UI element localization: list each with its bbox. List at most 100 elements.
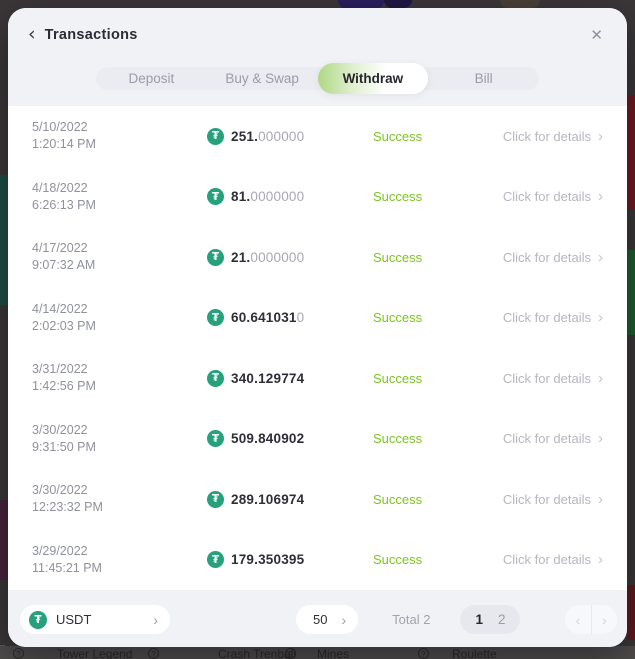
transaction-time: 6:26:13 PM	[32, 197, 207, 214]
transaction-datetime: 3/30/2022 12:23:32 PM	[32, 482, 207, 516]
details-link[interactable]: Click for details ›	[503, 188, 603, 205]
details-label: Click for details	[503, 552, 591, 567]
close-icon[interactable]: ✕	[590, 26, 603, 44]
tether-icon: ₮	[207, 430, 224, 447]
details-label: Click for details	[503, 310, 591, 325]
next-page-button[interactable]: ›	[591, 605, 617, 634]
details-link[interactable]: Click for details ›	[503, 551, 603, 568]
help-icon: ?	[13, 648, 24, 659]
table-row: 4/14/2022 2:02:03 PM ₮ 60.6410310 Succes…	[32, 288, 603, 349]
amount-main: 81.	[231, 189, 250, 204]
status-badge: Success	[373, 431, 483, 446]
transaction-datetime: 4/18/2022 6:26:13 PM	[32, 180, 207, 214]
table-row: 3/30/2022 12:23:32 PM ₮ 289.106974 Succe…	[32, 469, 603, 530]
amount-main: 509.840902	[231, 431, 304, 446]
table-row: 3/29/2022 11:45:21 PM ₮ 179.350395 Succe…	[32, 530, 603, 591]
help-icon: ?	[148, 648, 159, 659]
status-badge: Success	[373, 552, 483, 567]
chevron-right-icon: ›	[153, 612, 158, 628]
currency-label: USDT	[56, 612, 91, 627]
page-button-2[interactable]: 2	[498, 612, 506, 627]
modal-header: ‹ Transactions ✕	[24, 22, 611, 48]
tab-bill[interactable]: Bill	[428, 63, 539, 94]
tether-icon: ₮	[207, 249, 224, 266]
transaction-amount: ₮ 340.129774	[207, 370, 373, 387]
transaction-amount: ₮ 60.6410310	[207, 309, 373, 326]
details-link[interactable]: Click for details ›	[503, 430, 603, 447]
transactions-modal: ‹ Transactions ✕ DepositBuy & SwapWithdr…	[8, 8, 627, 647]
status-badge: Success	[373, 310, 483, 325]
table-row: 5/10/2022 1:20:14 PM ₮ 251.000000 Succes…	[32, 106, 603, 167]
chevron-right-icon: ›	[598, 188, 603, 205]
details-label: Click for details	[503, 189, 591, 204]
amount-main: 60.641031	[231, 310, 297, 325]
currency-selector[interactable]: ₮ USDT ›	[20, 605, 170, 634]
amount-trailing-zeros: 0000000	[250, 250, 304, 265]
tab-deposit[interactable]: Deposit	[96, 63, 207, 94]
modal-top: ‹ Transactions ✕ DepositBuy & SwapWithdr…	[8, 8, 627, 106]
transaction-amount: ₮ 509.840902	[207, 430, 373, 447]
details-label: Click for details	[503, 129, 591, 144]
chevron-right-icon: ›	[598, 491, 603, 508]
page-size-value: 50	[313, 612, 327, 627]
transaction-datetime: 3/31/2022 1:42:56 PM	[32, 361, 207, 395]
transaction-time: 2:02:03 PM	[32, 318, 207, 335]
pagination: 12	[460, 605, 520, 634]
status-badge: Success	[373, 129, 483, 144]
transaction-time: 12:23:32 PM	[32, 499, 207, 516]
amount-main: 251.	[231, 129, 258, 144]
background-game-list: ?Tower Legend?Crash Trenball?Mines?Roule…	[0, 646, 635, 659]
details-link[interactable]: Click for details ›	[503, 128, 603, 145]
background-blob	[500, 0, 540, 8]
details-label: Click for details	[503, 250, 591, 265]
amount-trailing-zeros: 000000	[258, 129, 304, 144]
background-game-name: Tower Legend	[57, 647, 132, 659]
chevron-right-icon: ›	[341, 612, 346, 628]
tab-buy-swap[interactable]: Buy & Swap	[207, 63, 318, 94]
page-title: Transactions	[45, 27, 138, 43]
transaction-amount: ₮ 251.000000	[207, 128, 373, 145]
transaction-amount: ₮ 289.106974	[207, 491, 373, 508]
amount-main: 340.129774	[231, 371, 304, 386]
chevron-right-icon: ›	[598, 370, 603, 387]
details-link[interactable]: Click for details ›	[503, 370, 603, 387]
transaction-time: 9:31:50 PM	[32, 439, 207, 456]
page-size-selector[interactable]: 50 ›	[296, 605, 358, 634]
prev-page-button[interactable]: ‹	[565, 605, 591, 634]
back-icon[interactable]: ‹	[28, 24, 36, 44]
help-icon: ?	[418, 648, 429, 659]
tether-icon: ₮	[207, 491, 224, 508]
background-blob	[627, 95, 635, 210]
amount-main: 21.	[231, 250, 250, 265]
transaction-date: 4/18/2022	[32, 180, 207, 197]
transaction-datetime: 5/10/2022 1:20:14 PM	[32, 119, 207, 153]
details-label: Click for details	[503, 431, 591, 446]
transaction-datetime: 3/30/2022 9:31:50 PM	[32, 422, 207, 456]
transaction-time: 1:20:14 PM	[32, 136, 207, 153]
transaction-date: 3/29/2022	[32, 543, 207, 560]
background-blob	[384, 0, 412, 8]
tab-withdraw[interactable]: Withdraw	[318, 63, 429, 94]
details-link[interactable]: Click for details ›	[503, 491, 603, 508]
details-link[interactable]: Click for details ›	[503, 309, 603, 326]
amount-trailing-zeros: 0	[297, 310, 305, 325]
transactions-list: 5/10/2022 1:20:14 PM ₮ 251.000000 Succes…	[8, 106, 627, 590]
tether-icon: ₮	[207, 128, 224, 145]
amount-main: 179.350395	[231, 552, 304, 567]
chevron-right-icon: ›	[598, 551, 603, 568]
background-game-name: Mines	[317, 647, 349, 659]
status-badge: Success	[373, 189, 483, 204]
background-blob	[0, 500, 8, 580]
chevron-right-icon: ›	[598, 430, 603, 447]
transaction-time: 9:07:32 AM	[32, 257, 207, 274]
transaction-datetime: 4/14/2022 2:02:03 PM	[32, 301, 207, 335]
amount-main: 289.106974	[231, 492, 304, 507]
tether-icon: ₮	[207, 370, 224, 387]
transaction-amount: ₮ 179.350395	[207, 551, 373, 568]
details-link[interactable]: Click for details ›	[503, 249, 603, 266]
tab-bar: DepositBuy & SwapWithdrawBill	[96, 67, 539, 90]
transaction-time: 11:45:21 PM	[32, 560, 207, 577]
page-button-1[interactable]: 1	[475, 612, 483, 627]
table-row: 3/31/2022 1:42:56 PM ₮ 340.129774 Succes…	[32, 348, 603, 409]
help-icon: ?	[285, 648, 296, 659]
